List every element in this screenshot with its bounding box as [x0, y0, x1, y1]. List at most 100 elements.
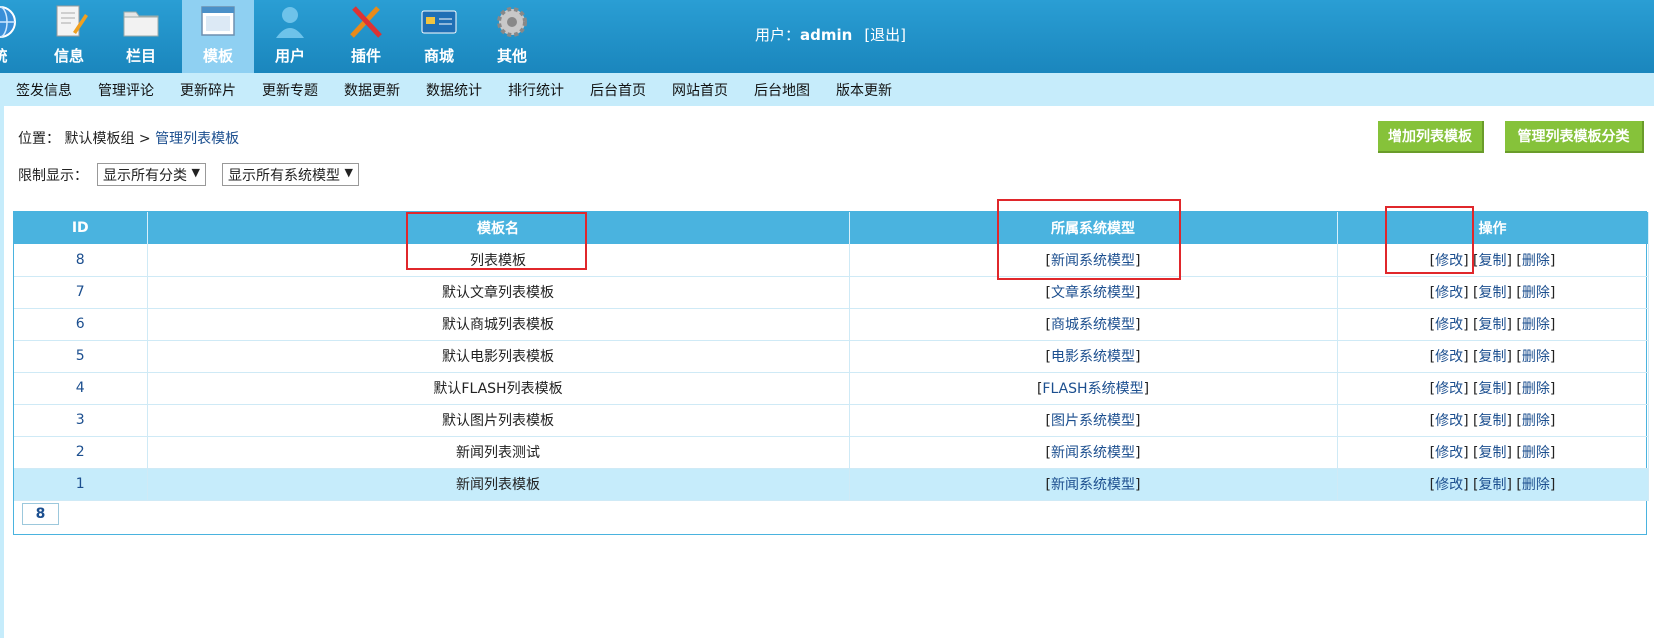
submenu-item[interactable]: 排行统计 — [508, 80, 564, 100]
submenu-item[interactable]: 签发信息 — [16, 80, 72, 100]
delete-label: 删除 — [1521, 381, 1550, 397]
table-row: 6 默认商城列表模板 [商城系统模型] [修改] [复制] [删除] — [14, 308, 1649, 341]
nav-item-info[interactable]: 信息 — [33, 0, 105, 73]
copy-link[interactable]: [复制] — [1473, 413, 1512, 429]
delete-link[interactable]: [删除] — [1516, 381, 1555, 397]
submenu-item[interactable]: 后台地图 — [754, 80, 810, 100]
template-name: 默认图片列表模板 — [442, 413, 554, 429]
delete-link[interactable]: [删除] — [1516, 349, 1555, 365]
model-name: FLASH系统模型 — [1042, 381, 1144, 397]
edit-link[interactable]: [修改] — [1430, 317, 1469, 333]
cell-id: 8 — [14, 244, 148, 277]
sub-menu-bar: 签发信息 管理评论 更新碎片 更新专题 数据更新 数据统计 排行统计 后台首页 … — [0, 73, 1654, 106]
category-select[interactable]: 显示所有分类 ▼ — [97, 163, 206, 186]
model-name: 商城系统模型 — [1051, 317, 1135, 333]
submenu-item[interactable]: 网站首页 — [672, 80, 728, 100]
dropdown-arrow-icon: ▼ — [344, 166, 353, 179]
model-select[interactable]: 显示所有系统模型 ▼ — [222, 163, 359, 186]
cell-model: [FLASH系统模型] — [849, 372, 1338, 405]
tools-icon — [350, 6, 382, 38]
breadcrumb-separator: > — [138, 131, 151, 147]
nav-item-shop[interactable]: 商城 — [403, 0, 475, 73]
nav-item-template[interactable]: 模板 — [182, 0, 254, 73]
delete-link[interactable]: [删除] — [1516, 317, 1555, 333]
nav-item-other[interactable]: 其他 — [476, 0, 548, 73]
delete-link[interactable]: [删除] — [1516, 253, 1555, 269]
copy-link[interactable]: [复制] — [1473, 253, 1512, 269]
breadcrumb-group-link[interactable]: 默认模板组 — [64, 131, 134, 147]
table-row: 1 新闻列表模板 [新闻系统模型] [修改] [复制] [删除] — [14, 468, 1649, 501]
submenu-item[interactable]: 版本更新 — [836, 80, 892, 100]
edit-label: 修改 — [1435, 381, 1464, 397]
nav-item-user[interactable]: 用户 — [254, 0, 326, 73]
submenu-item[interactable]: 更新专题 — [262, 80, 318, 100]
table-row: 7 默认文章列表模板 [文章系统模型] [修改] [复制] [删除] — [14, 276, 1649, 309]
edit-link[interactable]: [修改] — [1430, 381, 1469, 397]
edit-link[interactable]: [修改] — [1430, 477, 1469, 493]
delete-label: 删除 — [1521, 349, 1550, 365]
row-id: 4 — [75, 380, 85, 396]
edit-link[interactable]: [修改] — [1430, 349, 1469, 365]
nav-item-system[interactable]: 统 — [0, 0, 36, 73]
model-link[interactable]: [文章系统模型] — [1046, 285, 1141, 301]
edit-label: 修改 — [1435, 317, 1464, 333]
breadcrumb-current-link[interactable]: 管理列表模板 — [155, 131, 239, 147]
delete-label: 删除 — [1521, 477, 1550, 493]
table-row: 4 默认FLASH列表模板 [FLASH系统模型] [修改] [复制] [删除] — [14, 372, 1649, 405]
add-list-template-button[interactable]: 增加列表模板 — [1378, 121, 1484, 153]
model-name: 文章系统模型 — [1051, 285, 1135, 301]
edit-link[interactable]: [修改] — [1430, 285, 1469, 301]
copy-link[interactable]: [复制] — [1473, 285, 1512, 301]
cell-actions: [修改] [复制] [删除] — [1337, 436, 1649, 469]
edit-link[interactable]: [修改] — [1430, 445, 1469, 461]
logout-link[interactable]: [退出] — [864, 26, 906, 44]
nav-label: 其他 — [496, 47, 527, 65]
submenu-item[interactable]: 数据更新 — [344, 80, 400, 100]
cell-name: 默认商城列表模板 — [147, 308, 850, 341]
copy-link[interactable]: [复制] — [1473, 477, 1512, 493]
model-link[interactable]: [图片系统模型] — [1046, 413, 1141, 429]
model-name: 新闻系统模型 — [1051, 445, 1135, 461]
edit-link[interactable]: [修改] — [1430, 413, 1469, 429]
delete-link[interactable]: [删除] — [1516, 477, 1555, 493]
delete-label: 删除 — [1521, 445, 1550, 461]
submenu-item[interactable]: 更新碎片 — [180, 80, 236, 100]
breadcrumb: 位置： 默认模板组 > 管理列表模板 — [18, 128, 239, 148]
copy-link[interactable]: [复制] — [1473, 445, 1512, 461]
delete-label: 删除 — [1521, 252, 1550, 269]
cell-model: [文章系统模型] — [849, 276, 1338, 309]
table-row: 3 默认图片列表模板 [图片系统模型] [修改] [复制] [删除] — [14, 404, 1649, 437]
document-edit-icon — [56, 5, 88, 37]
nav-label: 统 — [0, 45, 36, 66]
cell-id: 4 — [14, 372, 148, 405]
cell-model: [新闻系统模型] — [849, 436, 1338, 469]
row-id: 8 — [75, 251, 85, 268]
edit-label: 修改 — [1435, 477, 1464, 493]
copy-link[interactable]: [复制] — [1473, 349, 1512, 365]
model-link[interactable]: [新闻系统模型] — [1046, 477, 1141, 493]
copy-link[interactable]: [复制] — [1473, 317, 1512, 333]
delete-link[interactable]: [删除] — [1516, 445, 1555, 461]
model-link[interactable]: [商城系统模型] — [1046, 317, 1141, 333]
model-link[interactable]: [电影系统模型] — [1046, 349, 1141, 365]
cell-id: 3 — [14, 404, 148, 437]
cell-name: 默认图片列表模板 — [147, 404, 850, 437]
model-link[interactable]: [FLASH系统模型] — [1037, 381, 1149, 397]
delete-link[interactable]: [删除] — [1516, 413, 1555, 429]
delete-link[interactable]: [删除] — [1516, 285, 1555, 301]
nav-item-column[interactable]: 栏目 — [105, 0, 177, 73]
user-prefix: 用户： — [755, 26, 801, 44]
annotation-box-name — [406, 212, 587, 270]
nav-item-plugin[interactable]: 插件 — [330, 0, 402, 73]
cell-model: [图片系统模型] — [849, 404, 1338, 437]
copy-link[interactable]: [复制] — [1473, 381, 1512, 397]
nav-label: 栏目 — [125, 47, 156, 65]
cell-name: 新闻列表模板 — [147, 468, 850, 501]
manage-template-categories-button[interactable]: 管理列表模板分类 — [1505, 121, 1644, 153]
submenu-item[interactable]: 后台首页 — [590, 80, 646, 100]
submenu-item[interactable]: 管理评论 — [98, 80, 154, 100]
model-link[interactable]: [新闻系统模型] — [1046, 445, 1141, 461]
dropdown-arrow-icon: ▼ — [191, 166, 200, 179]
submenu-item[interactable]: 数据统计 — [426, 80, 482, 100]
cell-name: 默认文章列表模板 — [147, 276, 850, 309]
